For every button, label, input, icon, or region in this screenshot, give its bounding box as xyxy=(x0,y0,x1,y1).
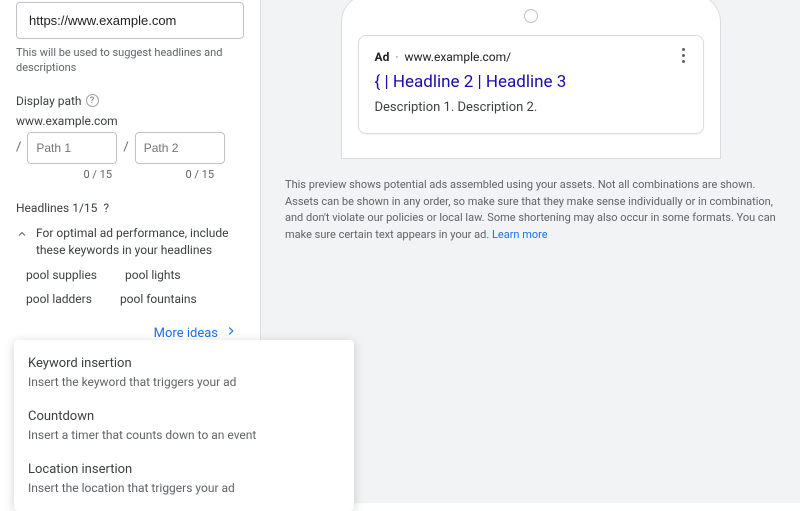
path2-input[interactable] xyxy=(135,132,225,164)
customizer-dropdown: Keyword insertion Insert the keyword tha… xyxy=(14,340,354,511)
ad-preview-card: Ad · www.example.com/ { | Headline 2 | H… xyxy=(358,35,704,134)
device-preview-frame: Ad · www.example.com/ { | Headline 2 | H… xyxy=(341,0,721,159)
keyword-hint-text: For optimal ad performance, include thes… xyxy=(36,225,244,259)
keyword-suggestion[interactable]: pool fountains xyxy=(120,292,197,306)
learn-more-link[interactable]: Learn more xyxy=(492,228,548,241)
dropdown-item-countdown[interactable]: Countdown Insert a timer that counts dow… xyxy=(14,399,354,452)
dropdown-item-keyword-insertion[interactable]: Keyword insertion Insert the keyword tha… xyxy=(14,346,354,399)
keyword-suggestion[interactable]: pool supplies xyxy=(26,268,97,282)
final-url-input[interactable] xyxy=(16,2,244,39)
dropdown-item-desc: Insert the location that triggers your a… xyxy=(28,481,340,495)
dot-separator: · xyxy=(395,50,398,64)
path1-input[interactable] xyxy=(27,132,117,164)
dropdown-item-title: Countdown xyxy=(28,409,340,424)
slash-separator: / xyxy=(123,140,128,155)
kebab-icon[interactable] xyxy=(675,48,693,63)
dropdown-item-desc: Insert the keyword that triggers your ad xyxy=(28,375,340,389)
path2-counter: 0 / 15 xyxy=(118,168,214,181)
dropdown-item-title: Location insertion xyxy=(28,462,340,477)
collapse-icon[interactable] xyxy=(16,227,28,241)
display-path-label: Display path xyxy=(16,94,82,108)
dropdown-item-desc: Insert a timer that counts down to an ev… xyxy=(28,428,340,442)
preview-disclaimer: This preview shows potential ads assembl… xyxy=(285,177,776,243)
ad-headline: { | Headline 2 | Headline 3 xyxy=(375,72,687,92)
headlines-label: Headlines 1/15 xyxy=(16,201,97,215)
slash-separator: / xyxy=(16,140,21,155)
dropdown-item-title: Keyword insertion xyxy=(28,356,340,371)
help-icon[interactable]: ? xyxy=(86,94,99,107)
dropdown-item-location-insertion[interactable]: Location insertion Insert the location t… xyxy=(14,452,354,505)
display-path-base: www.example.com xyxy=(16,114,244,128)
device-camera-icon xyxy=(524,9,538,23)
final-url-help: This will be used to suggest headlines a… xyxy=(16,45,244,76)
ad-badge: Ad xyxy=(375,50,390,64)
more-ideas-label: More ideas xyxy=(154,326,218,341)
ad-domain: www.example.com/ xyxy=(404,50,511,64)
path1-counter: 0 / 15 xyxy=(16,168,112,181)
keyword-suggestion[interactable]: pool ladders xyxy=(26,292,92,306)
keyword-suggestion[interactable]: pool lights xyxy=(125,268,181,282)
help-icon[interactable]: ? xyxy=(103,201,109,215)
ad-description: Description 1. Description 2. xyxy=(375,100,687,115)
